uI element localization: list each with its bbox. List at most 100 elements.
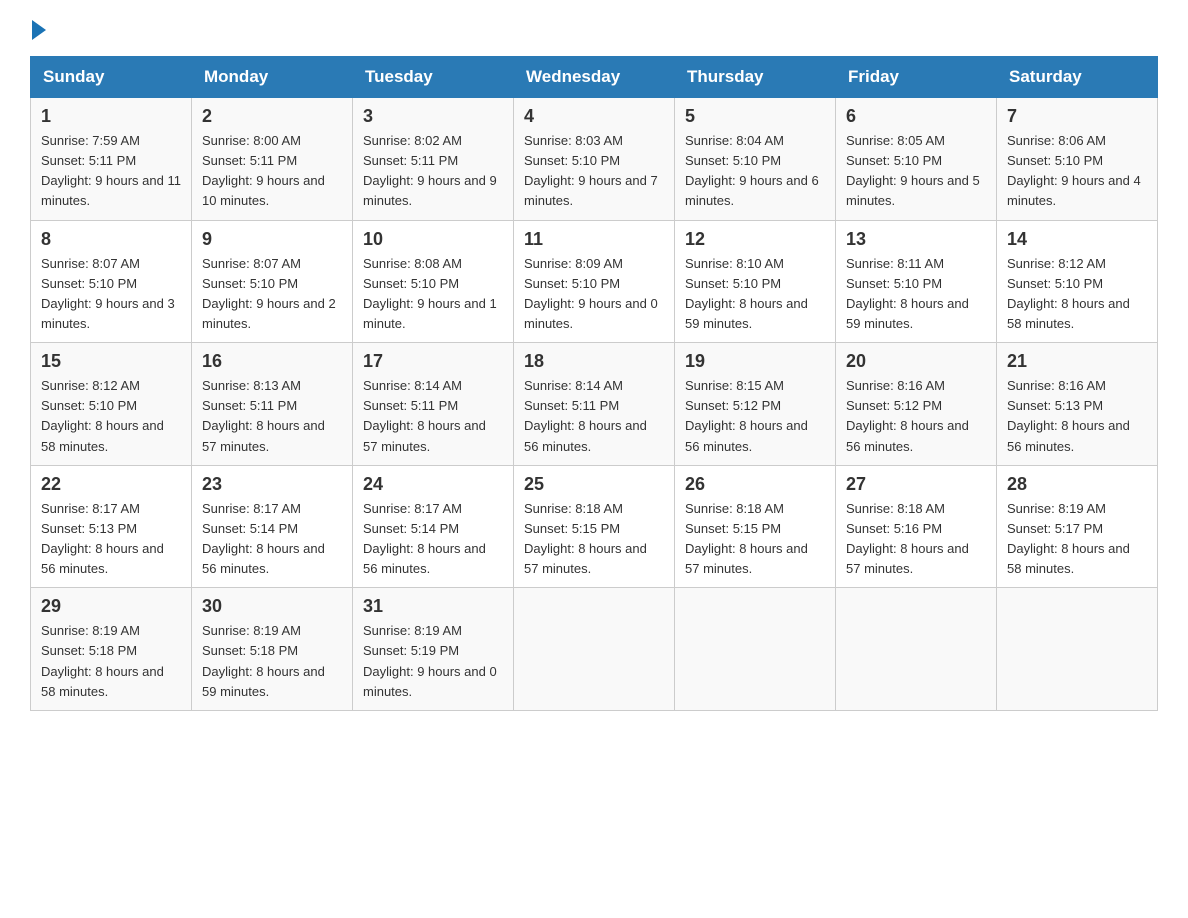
- day-cell: 5 Sunrise: 8:04 AMSunset: 5:10 PMDaylight…: [675, 98, 836, 221]
- day-number: 20: [846, 351, 986, 372]
- column-header-thursday: Thursday: [675, 57, 836, 98]
- day-cell: 3 Sunrise: 8:02 AMSunset: 5:11 PMDaylight…: [353, 98, 514, 221]
- day-cell: 4 Sunrise: 8:03 AMSunset: 5:10 PMDaylight…: [514, 98, 675, 221]
- day-info: Sunrise: 8:08 AMSunset: 5:10 PMDaylight:…: [363, 254, 503, 335]
- calendar-body: 1 Sunrise: 7:59 AMSunset: 5:11 PMDaylight…: [31, 98, 1158, 711]
- day-info: Sunrise: 8:00 AMSunset: 5:11 PMDaylight:…: [202, 131, 342, 212]
- logo-arrow-icon: [32, 20, 46, 40]
- day-cell: 27 Sunrise: 8:18 AMSunset: 5:16 PMDayligh…: [836, 465, 997, 588]
- column-header-tuesday: Tuesday: [353, 57, 514, 98]
- day-info: Sunrise: 8:19 AMSunset: 5:18 PMDaylight:…: [202, 621, 342, 702]
- day-number: 13: [846, 229, 986, 250]
- day-cell: 17Sunrise: 8:14 AMSunset: 5:11 PMDayligh…: [353, 343, 514, 466]
- day-number: 25: [524, 474, 664, 495]
- day-number: 24: [363, 474, 503, 495]
- day-number: 1: [41, 106, 181, 127]
- day-info: Sunrise: 8:15 AMSunset: 5:12 PMDaylight:…: [685, 376, 825, 457]
- day-info: Sunrise: 8:19 AMSunset: 5:18 PMDaylight:…: [41, 621, 181, 702]
- day-cell: 31 Sunrise: 8:19 AMSunset: 5:19 PMDayligh…: [353, 588, 514, 711]
- day-number: 30: [202, 596, 342, 617]
- column-header-friday: Friday: [836, 57, 997, 98]
- day-info: Sunrise: 8:17 AMSunset: 5:13 PMDaylight:…: [41, 499, 181, 580]
- day-cell: 29 Sunrise: 8:19 AMSunset: 5:18 PMDayligh…: [31, 588, 192, 711]
- day-number: 12: [685, 229, 825, 250]
- day-info: Sunrise: 8:12 AMSunset: 5:10 PMDaylight:…: [1007, 254, 1147, 335]
- day-cell: 2 Sunrise: 8:00 AMSunset: 5:11 PMDaylight…: [192, 98, 353, 221]
- day-cell: 15 Sunrise: 8:12 AMSunset: 5:10 PMDayligh…: [31, 343, 192, 466]
- day-number: 23: [202, 474, 342, 495]
- day-info: Sunrise: 8:09 AMSunset: 5:10 PMDaylight:…: [524, 254, 664, 335]
- day-info: Sunrise: 8:16 AMSunset: 5:13 PMDaylight:…: [1007, 376, 1147, 457]
- day-number: 14: [1007, 229, 1147, 250]
- day-cell: 25 Sunrise: 8:18 AMSunset: 5:15 PMDayligh…: [514, 465, 675, 588]
- day-cell: 16Sunrise: 8:13 AMSunset: 5:11 PMDayligh…: [192, 343, 353, 466]
- day-cell: 11 Sunrise: 8:09 AMSunset: 5:10 PMDayligh…: [514, 220, 675, 343]
- week-row-4: 22 Sunrise: 8:17 AMSunset: 5:13 PMDayligh…: [31, 465, 1158, 588]
- day-cell: 6 Sunrise: 8:05 AMSunset: 5:10 PMDaylight…: [836, 98, 997, 221]
- day-number: 8: [41, 229, 181, 250]
- week-row-5: 29 Sunrise: 8:19 AMSunset: 5:18 PMDayligh…: [31, 588, 1158, 711]
- day-info: Sunrise: 8:19 AMSunset: 5:19 PMDaylight:…: [363, 621, 503, 702]
- day-cell: [997, 588, 1158, 711]
- day-cell: 18Sunrise: 8:14 AMSunset: 5:11 PMDayligh…: [514, 343, 675, 466]
- day-cell: 21 Sunrise: 8:16 AMSunset: 5:13 PMDayligh…: [997, 343, 1158, 466]
- day-cell: 12 Sunrise: 8:10 AMSunset: 5:10 PMDayligh…: [675, 220, 836, 343]
- day-number: 2: [202, 106, 342, 127]
- day-info: Sunrise: 8:07 AMSunset: 5:10 PMDaylight:…: [202, 254, 342, 335]
- logo: [30, 20, 48, 36]
- day-number: 3: [363, 106, 503, 127]
- day-number: 7: [1007, 106, 1147, 127]
- day-info: Sunrise: 8:18 AMSunset: 5:15 PMDaylight:…: [524, 499, 664, 580]
- day-info: Sunrise: 7:59 AMSunset: 5:11 PMDaylight:…: [41, 131, 181, 212]
- day-number: 4: [524, 106, 664, 127]
- day-cell: [514, 588, 675, 711]
- day-cell: [675, 588, 836, 711]
- day-number: 5: [685, 106, 825, 127]
- day-number: 31: [363, 596, 503, 617]
- day-number: 15: [41, 351, 181, 372]
- day-number: 27: [846, 474, 986, 495]
- day-number: 29: [41, 596, 181, 617]
- day-number: 18: [524, 351, 664, 372]
- day-info: Sunrise: 8:12 AMSunset: 5:10 PMDaylight:…: [41, 376, 181, 457]
- day-info: Sunrise: 8:03 AMSunset: 5:10 PMDaylight:…: [524, 131, 664, 212]
- page-header: [30, 20, 1158, 36]
- calendar-table: SundayMondayTuesdayWednesdayThursdayFrid…: [30, 56, 1158, 711]
- day-info: Sunrise: 8:02 AMSunset: 5:11 PMDaylight:…: [363, 131, 503, 212]
- day-info: Sunrise: 8:06 AMSunset: 5:10 PMDaylight:…: [1007, 131, 1147, 212]
- day-cell: 10Sunrise: 8:08 AMSunset: 5:10 PMDayligh…: [353, 220, 514, 343]
- day-cell: [836, 588, 997, 711]
- day-cell: 30 Sunrise: 8:19 AMSunset: 5:18 PMDayligh…: [192, 588, 353, 711]
- day-cell: 7 Sunrise: 8:06 AMSunset: 5:10 PMDaylight…: [997, 98, 1158, 221]
- day-cell: 13Sunrise: 8:11 AMSunset: 5:10 PMDayligh…: [836, 220, 997, 343]
- day-number: 19: [685, 351, 825, 372]
- day-cell: 23 Sunrise: 8:17 AMSunset: 5:14 PMDayligh…: [192, 465, 353, 588]
- day-info: Sunrise: 8:18 AMSunset: 5:15 PMDaylight:…: [685, 499, 825, 580]
- day-cell: 22 Sunrise: 8:17 AMSunset: 5:13 PMDayligh…: [31, 465, 192, 588]
- day-cell: 26 Sunrise: 8:18 AMSunset: 5:15 PMDayligh…: [675, 465, 836, 588]
- day-info: Sunrise: 8:18 AMSunset: 5:16 PMDaylight:…: [846, 499, 986, 580]
- day-number: 6: [846, 106, 986, 127]
- day-info: Sunrise: 8:16 AMSunset: 5:12 PMDaylight:…: [846, 376, 986, 457]
- day-number: 28: [1007, 474, 1147, 495]
- column-header-saturday: Saturday: [997, 57, 1158, 98]
- day-cell: 28Sunrise: 8:19 AMSunset: 5:17 PMDayligh…: [997, 465, 1158, 588]
- day-cell: 20 Sunrise: 8:16 AMSunset: 5:12 PMDayligh…: [836, 343, 997, 466]
- day-cell: 14 Sunrise: 8:12 AMSunset: 5:10 PMDayligh…: [997, 220, 1158, 343]
- day-info: Sunrise: 8:17 AMSunset: 5:14 PMDaylight:…: [363, 499, 503, 580]
- day-info: Sunrise: 8:17 AMSunset: 5:14 PMDaylight:…: [202, 499, 342, 580]
- day-info: Sunrise: 8:05 AMSunset: 5:10 PMDaylight:…: [846, 131, 986, 212]
- calendar-header-row: SundayMondayTuesdayWednesdayThursdayFrid…: [31, 57, 1158, 98]
- day-cell: 8 Sunrise: 8:07 AMSunset: 5:10 PMDaylight…: [31, 220, 192, 343]
- day-info: Sunrise: 8:07 AMSunset: 5:10 PMDaylight:…: [41, 254, 181, 335]
- day-info: Sunrise: 8:10 AMSunset: 5:10 PMDaylight:…: [685, 254, 825, 335]
- day-number: 26: [685, 474, 825, 495]
- day-number: 11: [524, 229, 664, 250]
- day-info: Sunrise: 8:04 AMSunset: 5:10 PMDaylight:…: [685, 131, 825, 212]
- day-number: 22: [41, 474, 181, 495]
- day-cell: 9Sunrise: 8:07 AMSunset: 5:10 PMDaylight…: [192, 220, 353, 343]
- column-header-wednesday: Wednesday: [514, 57, 675, 98]
- day-number: 21: [1007, 351, 1147, 372]
- day-number: 16: [202, 351, 342, 372]
- day-info: Sunrise: 8:14 AMSunset: 5:11 PMDaylight:…: [363, 376, 503, 457]
